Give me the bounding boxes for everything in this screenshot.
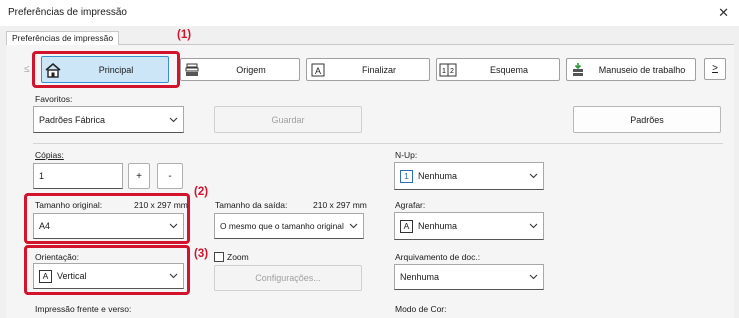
original-size-dims: 210 x 297 mm <box>134 200 188 210</box>
chevron-down-icon <box>528 221 538 231</box>
paper-tray-icon <box>181 59 203 81</box>
window-title: Preferências de impressão <box>8 7 127 18</box>
zoom-settings-button[interactable]: Configurações... <box>214 265 362 291</box>
favorites-label: Favoritos: <box>35 94 73 104</box>
close-icon[interactable]: ✕ <box>718 5 729 21</box>
output-size-value: O mesmo que o tamanho original <box>220 221 344 231</box>
nup-select[interactable]: 1 Nenhuma <box>394 162 544 190</box>
color-mode-label: Modo de Cor: <box>395 304 447 314</box>
tab-preferences[interactable]: Preferências de impressão <box>6 31 120 45</box>
zoom-checkbox[interactable] <box>214 252 224 262</box>
copies-increment-button[interactable]: + <box>128 163 150 189</box>
chevron-down-icon <box>528 171 538 181</box>
portrait-icon: A <box>39 269 52 283</box>
layout-icon: 12 <box>437 59 459 81</box>
output-size-label: Tamanho da saída: <box>215 200 288 210</box>
favorites-value: Padrões Fábrica <box>39 114 106 125</box>
tab-principal-button[interactable]: Principal <box>41 56 169 83</box>
scroll-right-button[interactable]: > <box>704 58 726 80</box>
original-size-label: Tamanho original: <box>35 200 103 210</box>
nup-label: N-Up: <box>395 150 418 160</box>
orientation-select[interactable]: A Vertical <box>33 263 184 289</box>
original-size-select[interactable]: A4 <box>33 213 184 239</box>
copies-label: Cópias: <box>35 150 64 160</box>
duplex-label: Impressão frente e verso: <box>35 304 132 314</box>
orientation-label: Orientação: <box>35 252 79 262</box>
tab-principal-label: Principal <box>98 64 134 75</box>
staple-label: Agrafar: <box>395 200 426 210</box>
original-size-value: A4 <box>39 221 51 231</box>
retention-value: Nenhuma <box>400 272 440 282</box>
chevron-down-icon <box>348 221 358 231</box>
tab-esquema-button[interactable]: 12 Esquema <box>436 58 560 81</box>
svg-text:1: 1 <box>442 68 446 75</box>
chevron-down-icon <box>168 115 178 125</box>
staple-icon: A <box>400 219 413 233</box>
job-handling-icon <box>567 59 589 81</box>
tab-manuseio-button[interactable]: Manuseio de trabalho <box>566 58 696 81</box>
scroll-left-icon[interactable]: ≤ <box>24 64 30 75</box>
favorites-select[interactable]: Padrões Fábrica <box>33 106 184 133</box>
tab-manuseio-label: Manuseio de trabalho <box>598 64 686 75</box>
svg-text:A: A <box>315 66 321 76</box>
callout-2: (2) <box>194 186 209 198</box>
tab-finalizar-button[interactable]: A Finalizar <box>306 58 430 81</box>
tab-origem-label: Origem <box>236 64 266 75</box>
output-size-dims: 210 x 297 mm <box>313 200 367 210</box>
orientation-value: Vertical <box>57 271 87 281</box>
finish-icon: A <box>307 59 329 81</box>
nup-icon: 1 <box>400 169 413 183</box>
callout-1: (1) <box>177 29 192 41</box>
chevron-down-icon <box>168 221 178 231</box>
defaults-button[interactable]: Padrões <box>573 106 721 133</box>
retention-select[interactable]: Nenhuma <box>394 264 544 290</box>
callout-3: (3) <box>194 248 209 260</box>
save-favorites-button[interactable]: Guardar <box>214 106 362 133</box>
home-icon <box>42 59 64 81</box>
svg-text:2: 2 <box>450 68 454 75</box>
divider <box>33 143 723 144</box>
copies-decrement-button[interactable]: - <box>157 163 183 189</box>
retention-label: Arquivamento de doc.: <box>395 252 481 262</box>
staple-value: Nenhuma <box>418 221 458 231</box>
zoom-label: Zoom <box>227 252 249 262</box>
chevron-down-icon <box>528 272 538 282</box>
chevron-down-icon <box>168 271 178 281</box>
copies-value: 1 <box>39 171 45 181</box>
tab-esquema-label: Esquema <box>489 64 529 75</box>
output-size-select[interactable]: O mesmo que o tamanho original <box>214 213 364 239</box>
tab-origem-button[interactable]: Origem <box>180 58 300 81</box>
nup-value: Nenhuma <box>418 171 458 181</box>
tab-finalizar-label: Finalizar <box>361 64 396 75</box>
copies-input[interactable]: 1 <box>33 163 123 189</box>
staple-select[interactable]: A Nenhuma <box>394 212 544 240</box>
